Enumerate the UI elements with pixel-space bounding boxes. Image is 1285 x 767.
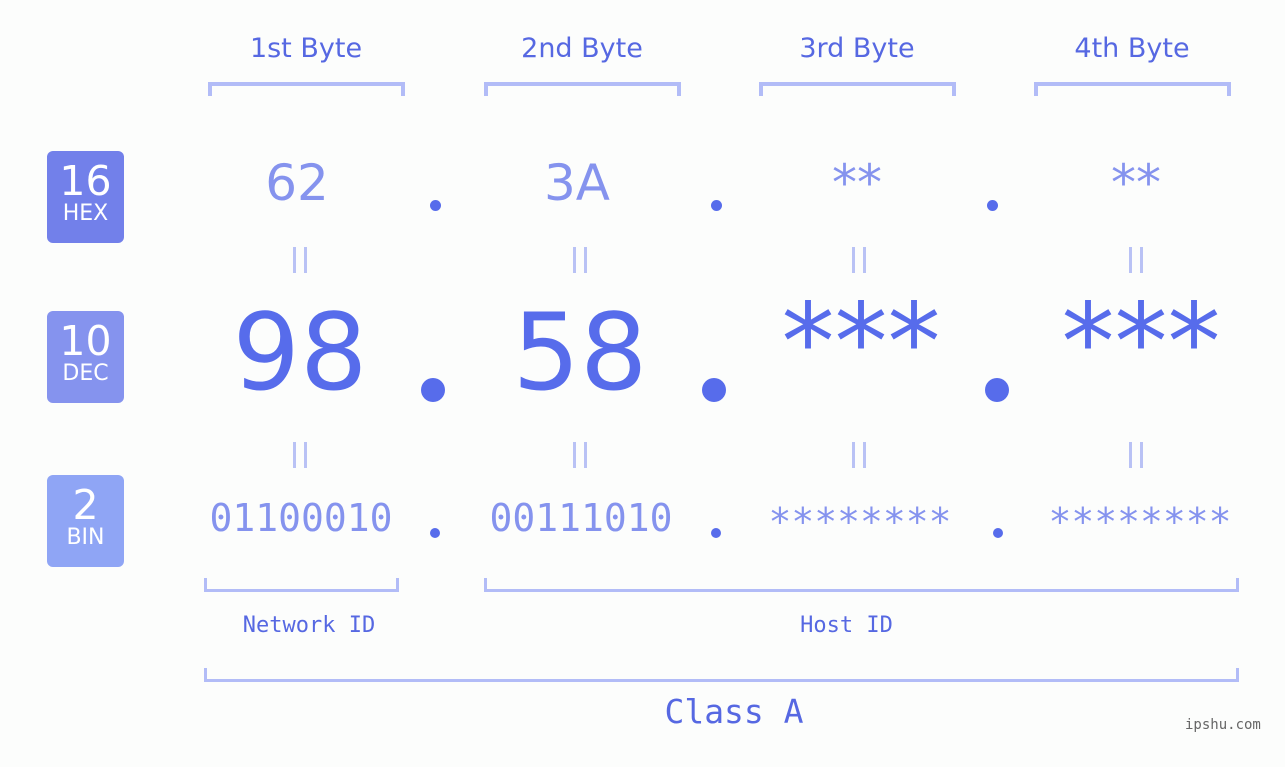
dec-byte-1: 98: [232, 291, 368, 414]
equals-icon: [573, 442, 587, 468]
hex-byte-2: 3A: [543, 154, 610, 212]
bin-byte-3: ********: [768, 500, 952, 544]
class-label: Class A: [664, 692, 804, 731]
equals-icon: [293, 442, 307, 468]
hex-byte-1: 62: [265, 154, 329, 212]
bin-base-number: 2: [72, 481, 99, 529]
dec-byte-3: ***: [781, 281, 941, 404]
bin-base-label: BIN: [66, 525, 105, 550]
dec-byte-2: 58: [512, 291, 648, 414]
host-id-label: Host ID: [800, 613, 893, 638]
equals-icon: [1129, 247, 1143, 273]
byte-header-3: 3rd Byte: [799, 33, 915, 64]
equals-icon: [293, 247, 307, 273]
bin-byte-4: ********: [1048, 500, 1232, 544]
dec-dot-2: [702, 378, 726, 402]
network-id-label: Network ID: [242, 613, 376, 638]
hex-base-label: HEX: [62, 201, 109, 226]
dec-dot-3: [985, 378, 1009, 402]
class-bracket: [204, 668, 1239, 682]
equals-icon: [1129, 442, 1143, 468]
dec-badge: 10 DEC: [47, 311, 124, 403]
bin-badge: 2 BIN: [47, 475, 124, 567]
hex-byte-4: **: [1111, 154, 1161, 212]
hex-badge: 16 HEX: [47, 151, 124, 243]
bin-dot-2: [711, 528, 721, 538]
bin-dot-1: [430, 528, 440, 538]
network-id-bracket: [204, 578, 399, 592]
dec-base-label: DEC: [62, 361, 109, 386]
hex-base-number: 16: [59, 157, 112, 205]
byte-bracket-1: [208, 82, 405, 96]
equals-icon: [852, 247, 866, 273]
byte-header-2: 2nd Byte: [521, 33, 643, 64]
byte-header-4: 4th Byte: [1074, 33, 1190, 64]
host-id-bracket: [484, 578, 1239, 592]
hex-dot-2: [711, 200, 722, 211]
dec-dot-1: [421, 378, 445, 402]
bin-byte-2: 00111010: [489, 496, 673, 540]
byte-bracket-4: [1034, 82, 1231, 96]
equals-icon: [573, 247, 587, 273]
bin-dot-3: [993, 528, 1003, 538]
hex-dot-1: [430, 200, 441, 211]
dec-base-number: 10: [59, 317, 112, 365]
hex-byte-3: **: [832, 154, 882, 212]
byte-bracket-3: [759, 82, 956, 96]
bin-byte-1: 01100010: [209, 496, 393, 540]
byte-bracket-2: [484, 82, 681, 96]
byte-header-1: 1st Byte: [249, 33, 363, 64]
dec-byte-4: ***: [1061, 281, 1221, 404]
hex-dot-3: [987, 200, 998, 211]
equals-icon: [852, 442, 866, 468]
watermark: ipshu.com: [1185, 717, 1261, 733]
